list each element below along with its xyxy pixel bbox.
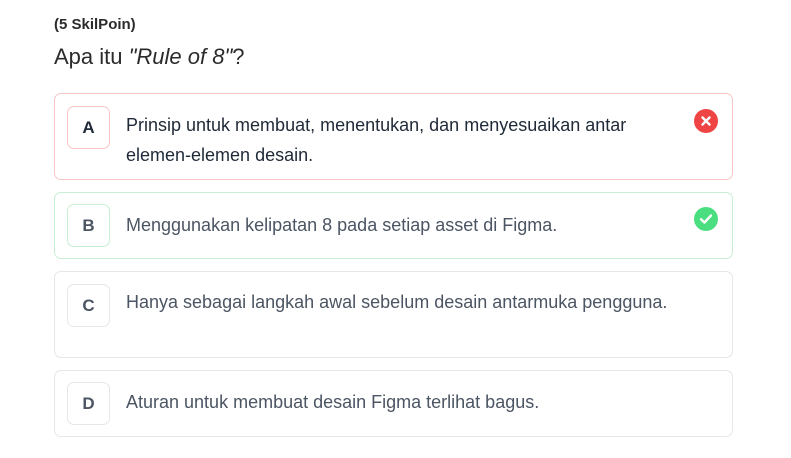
question-suffix: ?	[232, 44, 245, 69]
option-text: Hanya sebagai langkah awal sebelum desai…	[126, 292, 668, 312]
points-label: (5 SkilPoin)	[54, 16, 136, 33]
option-letter: C	[67, 284, 110, 327]
option-a[interactable]: A Prinsip untuk membuat, menentukan, dan…	[54, 93, 733, 180]
option-d[interactable]: D Aturan untuk membuat desain Figma terl…	[54, 370, 733, 437]
option-text: Menggunakan kelipatan 8 pada setiap asse…	[126, 215, 558, 235]
option-c[interactable]: C Hanya sebagai langkah awal sebelum des…	[54, 271, 733, 358]
check-circle-icon	[694, 207, 718, 231]
question-prefix: Apa itu	[54, 44, 129, 69]
option-b[interactable]: B Menggunakan kelipatan 8 pada setiap as…	[54, 192, 733, 259]
option-letter: B	[67, 204, 110, 247]
option-letter: D	[67, 382, 110, 425]
option-letter: A	[67, 106, 110, 149]
question-term: "Rule of 8"	[128, 44, 233, 69]
option-text: Prinsip untuk membuat, menentukan, dan m…	[126, 115, 627, 165]
question-text: Apa itu "Rule of 8"?	[54, 42, 245, 72]
option-text: Aturan untuk membuat desain Figma terlih…	[126, 392, 540, 412]
x-circle-icon	[694, 109, 718, 133]
